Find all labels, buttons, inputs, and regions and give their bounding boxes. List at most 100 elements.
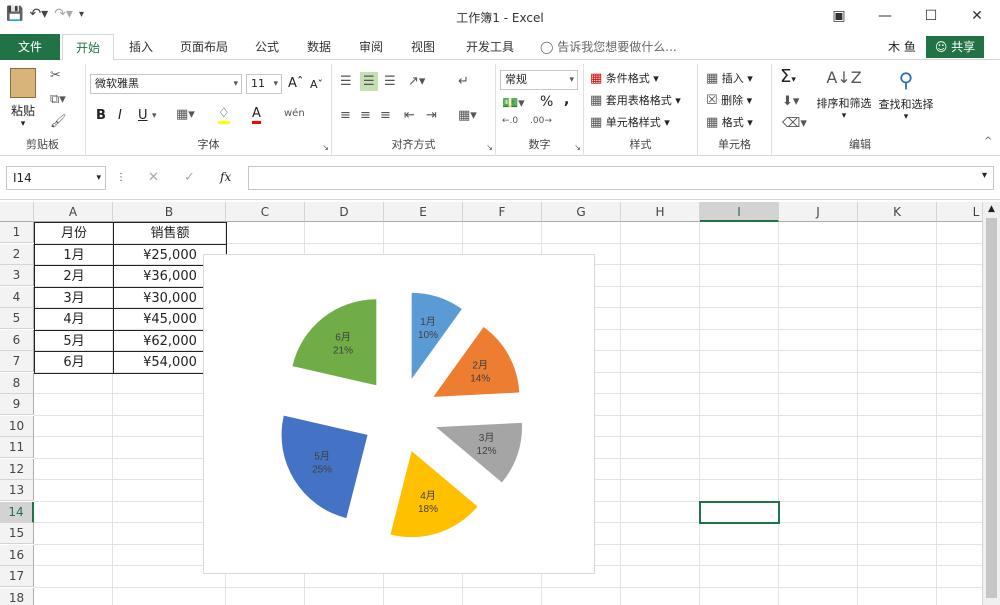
cell[interactable] (34, 415, 113, 437)
cell[interactable] (779, 286, 858, 308)
cell[interactable] (384, 222, 463, 244)
cell[interactable] (858, 351, 937, 373)
cell[interactable] (858, 544, 937, 566)
percent-button[interactable]: % (540, 94, 553, 110)
cell[interactable] (34, 394, 113, 416)
user-name[interactable]: 木 鱼 (888, 34, 916, 60)
cancel-icon[interactable]: ✕ (148, 170, 159, 185)
table-header-cell[interactable]: 销售额 (113, 222, 227, 245)
cell[interactable] (700, 523, 779, 545)
italic-button[interactable]: I (118, 108, 122, 123)
cell[interactable] (779, 523, 858, 545)
underline-dropdown-icon[interactable]: ▾ (152, 111, 157, 121)
cell[interactable] (779, 351, 858, 373)
cell[interactable] (858, 587, 937, 605)
cell[interactable] (858, 458, 937, 480)
column-header-H[interactable]: H (621, 202, 700, 222)
column-header-G[interactable]: G (542, 202, 621, 222)
cell[interactable] (700, 351, 779, 373)
row-header-17[interactable]: 17 (0, 566, 34, 587)
cell[interactable] (779, 458, 858, 480)
pie-chart[interactable]: 1月 10% 2月 14% 3月 12% 4月 18% 5月 25% 6月 21% (203, 254, 595, 574)
formula-input[interactable]: ▾ (248, 166, 994, 190)
expand-formula-icon[interactable]: ▾ (982, 170, 987, 181)
cell[interactable] (621, 329, 700, 351)
cell[interactable] (858, 394, 937, 416)
column-header-J[interactable]: J (779, 202, 858, 222)
row-header-11[interactable]: 11 (0, 437, 34, 458)
align-bottom-icon[interactable]: ☰ (384, 74, 396, 89)
cell[interactable] (34, 544, 113, 566)
cell[interactable] (779, 372, 858, 394)
decrease-decimal-icon[interactable]: .00→ (530, 116, 552, 126)
cell[interactable] (621, 351, 700, 373)
orientation-icon[interactable]: ↗▾ (408, 74, 425, 89)
fill-color-icon[interactable]: ♢ (218, 106, 230, 124)
cell[interactable] (700, 566, 779, 588)
row-header-16[interactable]: 16 (0, 544, 34, 566)
row-header-18[interactable]: 18 (0, 587, 34, 605)
comma-button[interactable]: , (564, 92, 569, 108)
cell[interactable] (700, 437, 779, 459)
table-header-cell[interactable]: 月份 (34, 222, 114, 245)
format-painter-icon[interactable]: 🖌 (50, 114, 67, 129)
align-center-icon[interactable]: ≡ (360, 108, 371, 123)
cell[interactable] (384, 587, 463, 605)
cell[interactable] (779, 415, 858, 437)
cell[interactable] (700, 372, 779, 394)
cell[interactable] (305, 587, 384, 605)
paste-button[interactable]: 粘贴 ▾ (10, 68, 36, 129)
row-header-5[interactable]: 5 (0, 308, 34, 329)
cell[interactable] (858, 480, 937, 502)
align-middle-icon[interactable]: ☰ (360, 72, 378, 91)
table-cell[interactable]: 2月 (34, 265, 114, 288)
font-size-combo[interactable]: 11 ▾ (246, 74, 282, 94)
cell[interactable] (700, 415, 779, 437)
column-header-F[interactable]: F (463, 202, 542, 222)
scroll-up-icon[interactable]: ▲ (983, 202, 1000, 216)
tell-me-box[interactable]: ◯ 告诉我您想要做什么... (540, 34, 677, 60)
align-right-icon[interactable]: ≡ (380, 108, 391, 123)
fill-icon[interactable]: ⬇▾ (782, 94, 799, 109)
font-color-icon[interactable]: A (252, 106, 261, 124)
cell[interactable] (621, 372, 700, 394)
cell[interactable] (858, 566, 937, 588)
cell[interactable] (542, 587, 621, 605)
cell[interactable] (34, 523, 113, 545)
cell-styles-button[interactable]: ▦ 单元格样式 ▾ (590, 114, 670, 130)
bold-button[interactable]: B (96, 108, 106, 123)
borders-icon[interactable]: ▦▾ (176, 107, 195, 122)
cell[interactable] (34, 587, 113, 605)
cell[interactable] (700, 544, 779, 566)
cell[interactable] (779, 566, 858, 588)
shrink-font-button[interactable]: Aˇ (310, 78, 323, 91)
merge-center-icon[interactable]: ▦▾ (458, 108, 477, 123)
cell[interactable] (858, 222, 937, 244)
tab-home[interactable]: 开始 (62, 34, 114, 61)
scroll-thumb[interactable] (986, 218, 997, 598)
maximize-icon[interactable]: ☐ (908, 0, 954, 32)
table-cell[interactable]: 3月 (34, 286, 114, 309)
cell[interactable] (621, 523, 700, 545)
cell[interactable] (779, 544, 858, 566)
cell[interactable] (779, 480, 858, 502)
insert-function-button[interactable]: fx (220, 170, 231, 184)
conditional-formatting-button[interactable]: ▦ 条件格式 ▾ (590, 70, 659, 86)
row-header-9[interactable]: 9 (0, 394, 34, 415)
vertical-scrollbar[interactable]: ▲ (982, 202, 1000, 605)
cell[interactable] (858, 501, 937, 523)
cell[interactable] (621, 544, 700, 566)
cell[interactable] (463, 587, 542, 605)
dialog-launcher-icon[interactable]: ↘ (322, 143, 329, 152)
column-header-D[interactable]: D (305, 202, 384, 222)
table-cell[interactable]: 1月 (34, 243, 114, 266)
cell[interactable] (621, 308, 700, 330)
share-button[interactable]: ☺ 共享 (926, 36, 984, 58)
cell[interactable] (34, 372, 113, 394)
cell[interactable] (700, 308, 779, 330)
close-icon[interactable]: ✕ (954, 0, 1000, 32)
cell[interactable] (858, 243, 937, 265)
row-header-2[interactable]: 2 (0, 243, 34, 265)
row-header-4[interactable]: 4 (0, 286, 34, 308)
cell[interactable] (463, 222, 542, 244)
